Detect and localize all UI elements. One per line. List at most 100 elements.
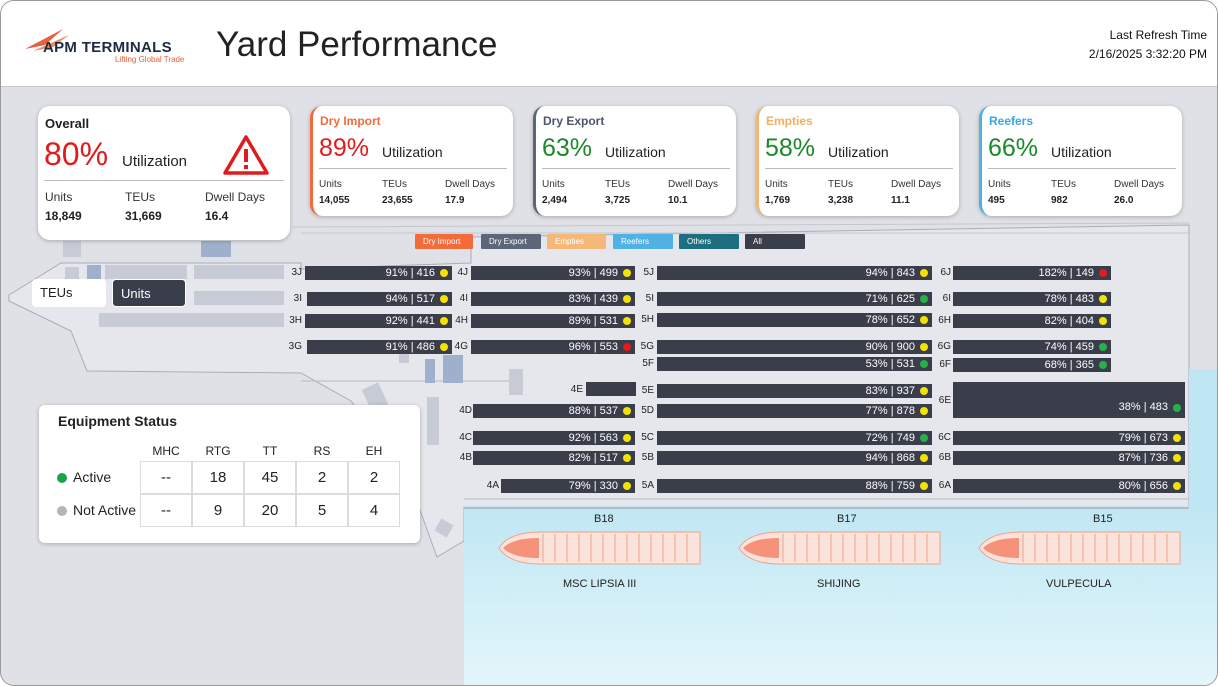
status-dot-icon bbox=[920, 316, 928, 324]
filter-reefers-button[interactable]: Reefers bbox=[613, 234, 673, 249]
yard-block-3h[interactable]: 92% | 441 bbox=[305, 314, 452, 328]
yard-block-4e[interactable] bbox=[586, 382, 636, 396]
dwell-days-label: Dwell Days bbox=[445, 179, 496, 190]
dry-export-card[interactable]: Dry Export 63% Utilization Units TEUs Dw… bbox=[533, 106, 736, 216]
yard-block-6f[interactable]: 68% | 365 bbox=[953, 358, 1111, 372]
filter-empties-button[interactable]: Empties bbox=[547, 234, 606, 249]
status-dot-icon bbox=[623, 343, 631, 351]
units-toggle-button[interactable]: Units bbox=[112, 279, 186, 307]
berth-label-b18: B18 bbox=[594, 513, 614, 525]
yard-block-4j[interactable]: 93% | 499 bbox=[471, 266, 635, 280]
vessel-icon[interactable] bbox=[735, 529, 943, 567]
units-label: Units bbox=[542, 179, 565, 190]
yard-block-6c[interactable]: 79% | 673 bbox=[953, 431, 1185, 445]
block-utilization-text: 94% | 517 bbox=[385, 293, 435, 305]
yard-block-4b[interactable]: 82% | 517 bbox=[473, 451, 635, 465]
block-utilization-text: 89% | 531 bbox=[568, 315, 618, 327]
row-label-3g: 3G bbox=[288, 341, 302, 352]
status-dot-icon bbox=[920, 295, 928, 303]
yard-block-4a[interactable]: 79% | 330 bbox=[501, 479, 635, 493]
vessel-icon[interactable] bbox=[495, 529, 703, 567]
yard-building bbox=[509, 369, 523, 395]
yard-block-6e[interactable]: 38% | 483 bbox=[953, 382, 1185, 418]
row-label-6e: 6E bbox=[938, 395, 951, 406]
yard-block-5i[interactable]: 71% | 625 bbox=[657, 292, 932, 306]
yard-block-5e[interactable]: 83% | 937 bbox=[657, 384, 932, 398]
row-label-5g: 5G bbox=[640, 341, 654, 352]
teus-value: 23,655 bbox=[382, 195, 413, 206]
vessel-icon[interactable] bbox=[975, 529, 1183, 567]
filter-dry-export-button[interactable]: Dry Export bbox=[481, 234, 541, 249]
block-utilization-text: 78% | 483 bbox=[1044, 293, 1094, 305]
yard-block-5j[interactable]: 94% | 843 bbox=[657, 266, 932, 280]
yard-block-5b[interactable]: 94% | 868 bbox=[657, 451, 932, 465]
status-dot-icon bbox=[623, 434, 631, 442]
yard-block-5c[interactable]: 72% | 749 bbox=[657, 431, 932, 445]
reefers-card[interactable]: Reefers 66% Utilization Units TEUs Dwell… bbox=[979, 106, 1182, 216]
logo-name: APM TERMINALS bbox=[43, 39, 172, 56]
status-dot-icon bbox=[1173, 404, 1181, 412]
utilization-percent: 89% bbox=[319, 134, 370, 162]
yard-block-5h[interactable]: 78% | 652 bbox=[657, 313, 932, 327]
row-label-4e: 4E bbox=[570, 384, 583, 395]
block-utilization-text: 88% | 759 bbox=[865, 480, 915, 492]
dry-import-card[interactable]: Dry Import 89% Utilization Units TEUs Dw… bbox=[310, 106, 513, 216]
teus-toggle-button[interactable]: TEUs bbox=[32, 279, 106, 307]
empties-card[interactable]: Empties 58% Utilization Units TEUs Dwell… bbox=[756, 106, 959, 216]
yard-block-5f[interactable]: 53% | 531 bbox=[657, 357, 932, 371]
yard-block-6j[interactable]: 182% | 149 bbox=[953, 266, 1111, 280]
active-tt-value: 45 bbox=[244, 461, 296, 494]
block-utilization-text: 68% | 365 bbox=[1044, 359, 1094, 371]
yard-block-4c[interactable]: 92% | 563 bbox=[473, 431, 635, 445]
teus-label: TEUs bbox=[1051, 179, 1076, 190]
units-label: Units bbox=[319, 179, 342, 190]
yard-building bbox=[443, 355, 463, 383]
dwell-days-value: 10.1 bbox=[668, 195, 688, 206]
status-dot-icon bbox=[920, 343, 928, 351]
dwell-days-label: Dwell Days bbox=[891, 179, 942, 190]
vessel-name-shijing: SHIJING bbox=[817, 578, 861, 590]
yard-block-4h[interactable]: 89% | 531 bbox=[471, 314, 635, 328]
block-utilization-text: 77% | 878 bbox=[865, 405, 915, 417]
last-refresh-value: 2/16/2025 3:32:20 PM bbox=[1088, 47, 1207, 61]
yard-block-6b[interactable]: 87% | 736 bbox=[953, 451, 1185, 465]
yard-block-6g[interactable]: 74% | 459 bbox=[953, 340, 1111, 354]
utilization-label: Utilization bbox=[382, 144, 443, 160]
row-label-3j: 3J bbox=[291, 267, 302, 278]
status-dot-icon bbox=[623, 317, 631, 325]
active-row-label: Active bbox=[57, 469, 111, 485]
block-utilization-text: 82% | 404 bbox=[1044, 315, 1094, 327]
yard-block-6h[interactable]: 82% | 404 bbox=[953, 314, 1111, 328]
yard-building bbox=[427, 397, 439, 445]
not-active-eh-value: 4 bbox=[348, 494, 400, 527]
block-utilization-text: 74% | 459 bbox=[1044, 341, 1094, 353]
status-dot-icon bbox=[1099, 295, 1107, 303]
block-utilization-text: 83% | 937 bbox=[865, 385, 915, 397]
yard-block-4d[interactable]: 88% | 537 bbox=[473, 404, 635, 418]
divider bbox=[319, 168, 507, 169]
teus-value: 3,725 bbox=[605, 195, 631, 206]
yard-block-4g[interactable]: 96% | 553 bbox=[471, 340, 635, 354]
overall-card[interactable]: Overall 80% Utilization Units TEUs Dwell… bbox=[38, 106, 290, 240]
yard-block-5a[interactable]: 88% | 759 bbox=[657, 479, 932, 493]
divider bbox=[988, 168, 1176, 169]
filter-others-button[interactable]: Others bbox=[679, 234, 739, 249]
row-label-4b: 4B bbox=[459, 452, 472, 463]
yard-block-3g[interactable]: 91% | 486 bbox=[307, 340, 452, 354]
filter-dry-import-button[interactable]: Dry Import bbox=[415, 234, 473, 249]
yard-block-5g[interactable]: 90% | 900 bbox=[657, 340, 932, 354]
filter-all-button[interactable]: All bbox=[745, 234, 805, 249]
yard-block-6a[interactable]: 80% | 656 bbox=[953, 479, 1185, 493]
divider bbox=[765, 168, 953, 169]
status-dot-icon bbox=[1099, 317, 1107, 325]
teus-value: 982 bbox=[1051, 195, 1068, 206]
utilization-percent: 80% bbox=[44, 136, 109, 172]
yard-block-5d[interactable]: 77% | 878 bbox=[657, 404, 932, 418]
yard-block-3i[interactable]: 94% | 517 bbox=[307, 292, 452, 306]
block-utilization-text: 82% | 517 bbox=[568, 452, 618, 464]
units-value: 14,055 bbox=[319, 195, 350, 206]
active-label: Active bbox=[73, 469, 112, 485]
yard-block-3j[interactable]: 91% | 416 bbox=[305, 266, 452, 280]
yard-block-6i[interactable]: 78% | 483 bbox=[953, 292, 1111, 306]
yard-block-4i[interactable]: 83% | 439 bbox=[471, 292, 635, 306]
